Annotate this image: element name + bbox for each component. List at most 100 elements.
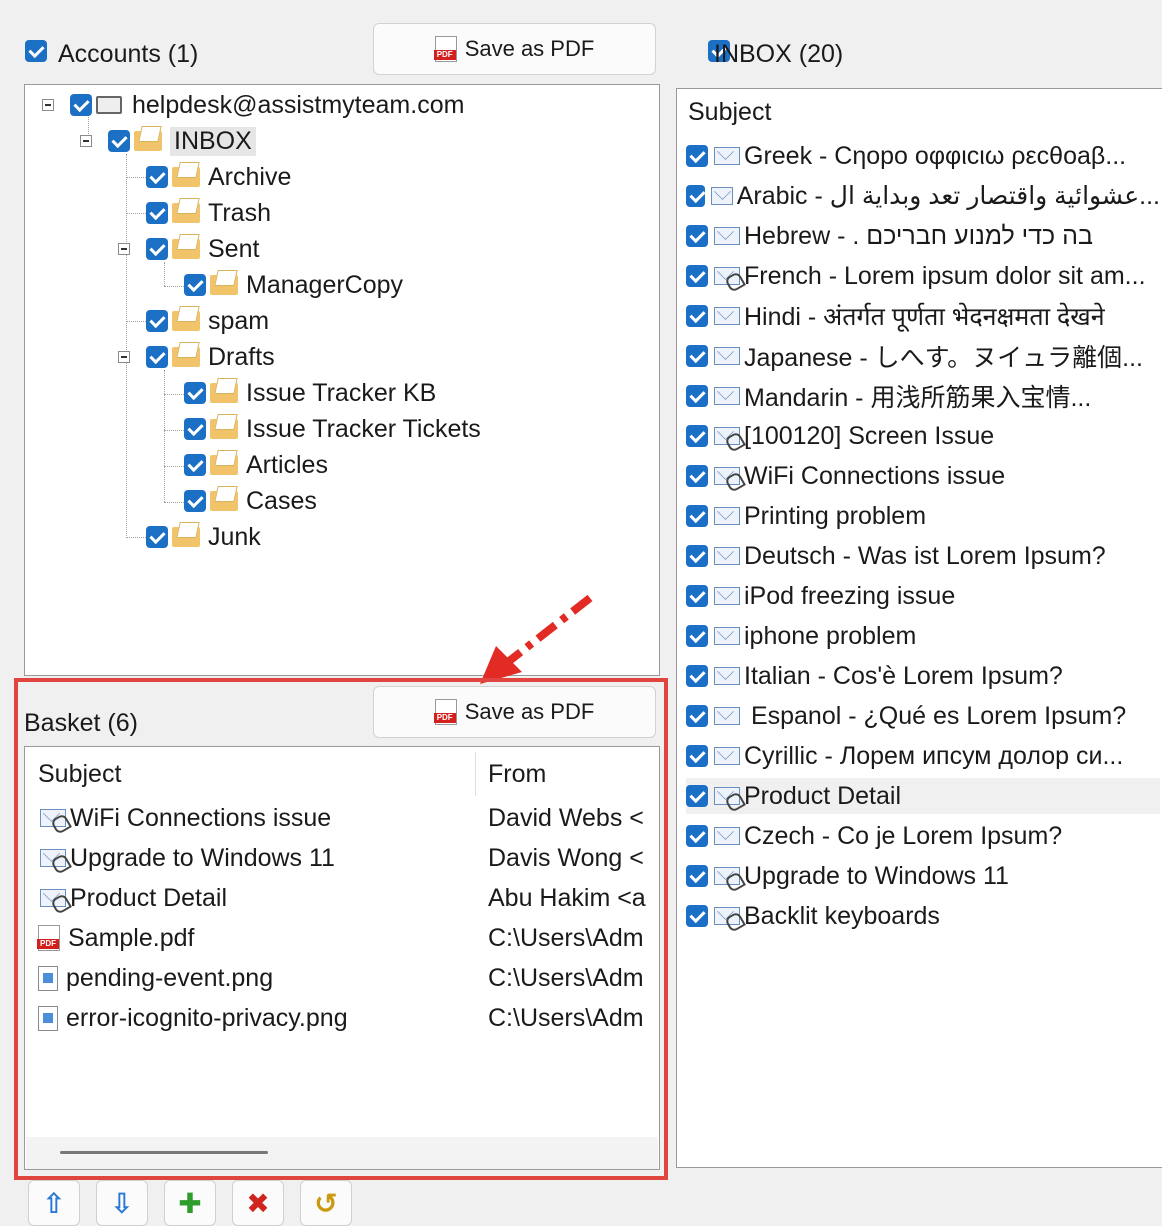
column-header-subject[interactable]: Subject [38, 760, 121, 789]
message-checkbox[interactable] [686, 905, 708, 927]
message-row[interactable]: Italian - Cos'è Lorem Ipsum? [686, 658, 1160, 694]
tree-item-drafts[interactable]: Drafts [146, 340, 275, 374]
message-checkbox[interactable] [686, 185, 705, 207]
message-row[interactable]: Espanol - ¿Qué es Lorem Ipsum? [686, 698, 1160, 734]
message-checkbox[interactable] [686, 505, 708, 527]
collapse-toggle[interactable] [118, 243, 130, 255]
message-checkbox[interactable] [686, 865, 708, 887]
folder-icon [172, 311, 200, 331]
folder-checkbox[interactable] [146, 202, 168, 224]
folder-checkbox[interactable] [146, 166, 168, 188]
tree-item-sent[interactable]: Sent [146, 232, 259, 266]
tree-item-trash[interactable]: Trash [146, 196, 271, 230]
message-row[interactable]: Printing problem [686, 498, 1160, 534]
accounts-checkbox[interactable] [25, 40, 47, 62]
folder-checkbox[interactable] [184, 490, 206, 512]
basket-row[interactable]: Sample.pdf [34, 920, 194, 956]
folder-checkbox[interactable] [184, 382, 206, 404]
folder-checkbox[interactable] [146, 310, 168, 332]
tree-item-account[interactable]: helpdesk@assistmyteam.com [70, 88, 464, 122]
collapse-toggle[interactable] [118, 351, 130, 363]
basket-row[interactable]: error-icognito-privacy.png [34, 1000, 348, 1036]
message-checkbox[interactable] [686, 345, 708, 367]
email-icon [714, 147, 740, 165]
inbox-checkbox[interactable] [108, 130, 130, 152]
message-checkbox[interactable] [686, 145, 708, 167]
clear-button[interactable]: ↺ [300, 1180, 352, 1226]
collapse-toggle[interactable] [42, 99, 54, 111]
message-row[interactable]: Hebrew - . בה כדי למנוע חבריכם [686, 218, 1160, 254]
scrollbar-thumb[interactable] [60, 1151, 268, 1154]
tree-item-inbox[interactable]: INBOX [108, 124, 256, 158]
horizontal-scrollbar[interactable] [26, 1137, 658, 1169]
message-checkbox[interactable] [686, 385, 708, 407]
tree-item-label: Cases [246, 486, 317, 515]
message-row[interactable]: Arabic - عشوائية واقتصار تعد وبداية ال..… [686, 178, 1160, 214]
basket-row[interactable]: Upgrade to Windows 11 [34, 840, 335, 876]
tree-item-managercopy[interactable]: ManagerCopy [184, 268, 403, 302]
message-row[interactable]: Cyrillic - Лорем ипсум долор си... [686, 738, 1160, 774]
tree-item-issue-tracker-tickets[interactable]: Issue Tracker Tickets [184, 412, 481, 446]
folder-checkbox[interactable] [146, 346, 168, 368]
add-button[interactable]: ✚ [164, 1180, 216, 1226]
remove-button[interactable]: ✖ [232, 1180, 284, 1226]
tree-item-spam[interactable]: spam [146, 304, 269, 338]
basket-save-pdf-button[interactable]: Save as PDF [373, 686, 656, 738]
message-row[interactable]: French - Lorem ipsum dolor sit am... [686, 258, 1160, 294]
message-row[interactable]: Czech - Co je Lorem Ipsum? [686, 818, 1160, 854]
message-checkbox[interactable] [686, 305, 708, 327]
tree-item-cases[interactable]: Cases [184, 484, 317, 518]
message-subject: Espanol - ¿Qué es Lorem Ipsum? [744, 701, 1127, 730]
message-checkbox[interactable] [686, 705, 708, 727]
column-header-subject[interactable]: Subject [688, 98, 771, 127]
tree-line [164, 286, 184, 287]
message-checkbox[interactable] [686, 745, 708, 767]
message-row[interactable]: Deutsch - Was ist Lorem Ipsum? [686, 538, 1160, 574]
message-checkbox[interactable] [686, 465, 708, 487]
message-checkbox[interactable] [686, 425, 708, 447]
message-row[interactable]: iPod freezing issue [686, 578, 1160, 614]
tree-item-archive[interactable]: Archive [146, 160, 291, 194]
collapse-toggle[interactable] [80, 135, 92, 147]
folder-checkbox[interactable] [184, 274, 206, 296]
tree-item-issue-tracker-kb[interactable]: Issue Tracker KB [184, 376, 436, 410]
folder-icon [172, 203, 200, 223]
column-divider[interactable] [475, 752, 476, 796]
accounts-save-pdf-button[interactable]: Save as PDF [373, 23, 656, 75]
message-row[interactable]: WiFi Connections issue [686, 458, 1160, 494]
folder-checkbox[interactable] [146, 238, 168, 260]
message-row[interactable]: Hindi - अंतर्गत पूर्णता भेदनक्षमता देखने [686, 298, 1160, 334]
message-checkbox[interactable] [686, 665, 708, 687]
message-row[interactable]: iphone problem [686, 618, 1160, 654]
message-subject: Cyrillic - Лорем ипсум долор си... [744, 741, 1124, 770]
move-down-button[interactable]: ⇩ [96, 1180, 148, 1226]
accounts-header: Accounts (1) [58, 40, 199, 68]
tree-item-articles[interactable]: Articles [184, 448, 328, 482]
basket-row[interactable]: Product Detail [34, 880, 227, 916]
message-checkbox[interactable] [686, 585, 708, 607]
message-row[interactable]: [100120] Screen Issue [686, 418, 1160, 454]
account-checkbox[interactable] [70, 94, 92, 116]
tree-item-label: Articles [246, 450, 328, 479]
message-checkbox[interactable] [686, 265, 708, 287]
message-checkbox[interactable] [686, 545, 708, 567]
message-row[interactable]: Mandarin - 用浅所筋果入宝情... [686, 378, 1160, 414]
folder-checkbox[interactable] [146, 526, 168, 548]
folder-checkbox[interactable] [184, 454, 206, 476]
tree-item-junk[interactable]: Junk [146, 520, 261, 554]
message-checkbox[interactable] [686, 785, 708, 807]
basket-row[interactable]: WiFi Connections issue [34, 800, 331, 836]
move-up-button[interactable]: ⇧ [28, 1180, 80, 1226]
message-checkbox[interactable] [686, 825, 708, 847]
message-row[interactable]: Backlit keyboards [686, 898, 1160, 934]
basket-row[interactable]: pending-event.png [34, 960, 273, 996]
message-row[interactable]: Upgrade to Windows 11 [686, 858, 1160, 894]
message-subject: Japanese - しへす。ヌイュラ離個... [744, 344, 1143, 372]
message-row[interactable]: Greek - Cηοpo οφφιcιω ρεcθoaβ... [686, 138, 1160, 174]
message-checkbox[interactable] [686, 625, 708, 647]
message-row[interactable]: Japanese - しへす。ヌイュラ離個... [686, 338, 1160, 374]
message-checkbox[interactable] [686, 225, 708, 247]
message-row-selected[interactable]: Product Detail [686, 778, 1160, 814]
column-header-from[interactable]: From [488, 760, 546, 789]
folder-checkbox[interactable] [184, 418, 206, 440]
